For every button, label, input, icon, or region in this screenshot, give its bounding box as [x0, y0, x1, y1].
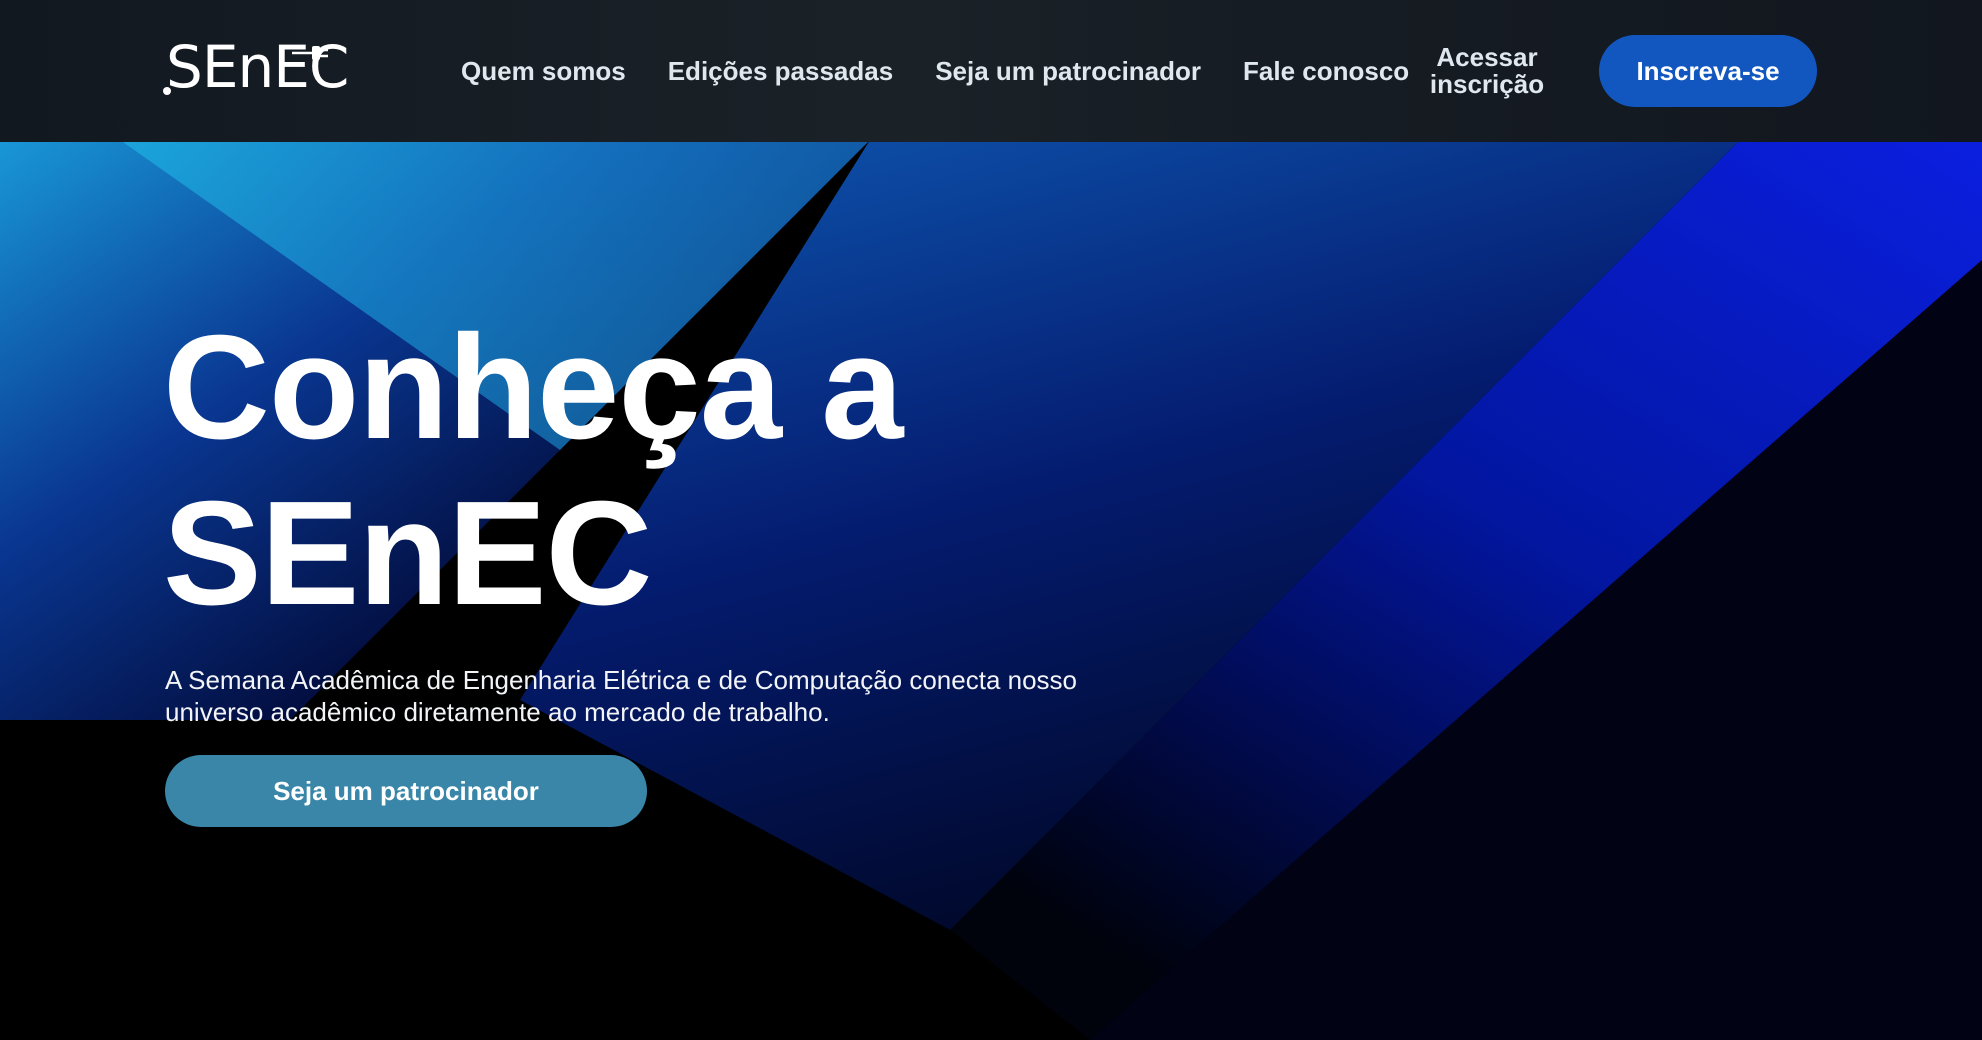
- top-navbar: SEnEC Quem somos Edições passadas Seja u…: [0, 0, 1982, 142]
- hero-title-line-1: Conheça a: [163, 305, 903, 470]
- hero-title: Conheça a SEnEC: [163, 305, 1063, 637]
- landing-page: SEnEC Quem somos Edições passadas Seja u…: [0, 0, 1982, 1040]
- nav-edicoes-passadas[interactable]: Edições passadas: [668, 56, 893, 87]
- sponsor-button[interactable]: Seja um patrocinador: [165, 755, 647, 827]
- access-line-1: Acessar: [1436, 42, 1538, 72]
- senec-logo[interactable]: SEnEC: [162, 36, 349, 98]
- hero-description: A Semana Acadêmica de Engenharia Elétric…: [165, 665, 1078, 727]
- main-nav: Quem somos Edições passadas Seja um patr…: [461, 0, 1409, 142]
- nav-quem-somos[interactable]: Quem somos: [461, 56, 626, 87]
- nav-fale-conosco[interactable]: Fale conosco: [1243, 56, 1409, 87]
- plug-icon: [163, 46, 328, 95]
- register-button[interactable]: Inscreva-se: [1599, 35, 1817, 107]
- access-registration-link[interactable]: Acessar inscrição: [1412, 44, 1562, 98]
- nav-seja-patrocinador[interactable]: Seja um patrocinador: [935, 56, 1201, 87]
- hero-title-line-2: SEnEC: [163, 471, 652, 636]
- access-line-2: inscrição: [1429, 69, 1545, 99]
